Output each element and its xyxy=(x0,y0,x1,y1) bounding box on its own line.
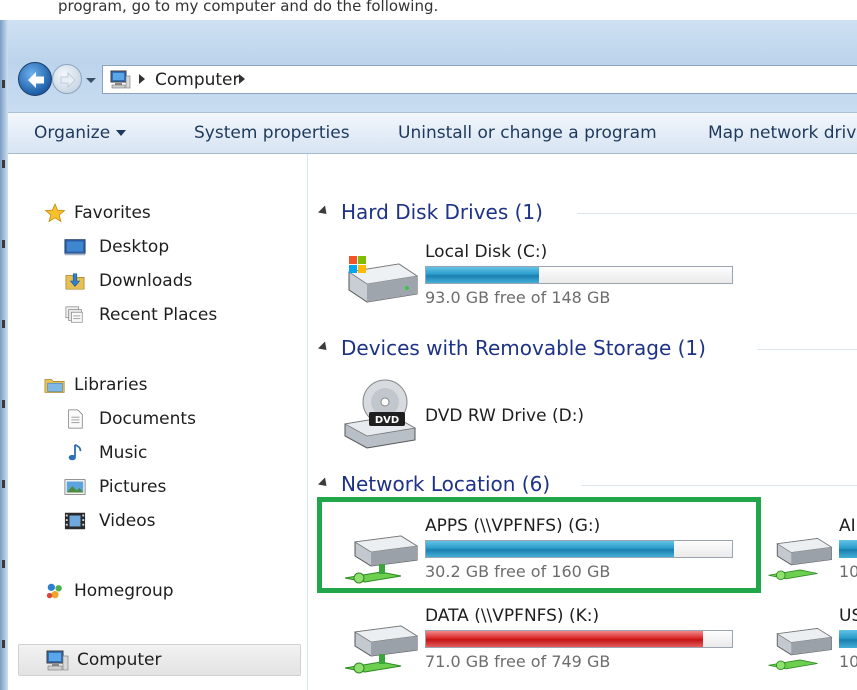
forward-arrow-icon xyxy=(60,72,76,88)
chevron-down-icon xyxy=(86,78,96,83)
group-header-removable-storage[interactable]: Devices with Removable Storage (1) xyxy=(317,333,706,363)
nav-music[interactable]: Music xyxy=(64,439,264,467)
local-disk-icon xyxy=(347,256,419,303)
nav-videos[interactable]: Videos xyxy=(64,507,264,535)
collapse-triangle-icon xyxy=(317,341,331,354)
group-title: Network Location (6) xyxy=(341,472,551,496)
nav-documents-label: Documents xyxy=(99,409,196,429)
drive-partial-2-free-space: 10 xyxy=(839,652,857,671)
dvd-drive-icon: DVD xyxy=(343,379,417,449)
nav-downloads[interactable]: Downloads xyxy=(64,267,264,295)
nav-libraries-label: Libraries xyxy=(74,375,148,395)
nav-documents[interactable]: Documents xyxy=(64,405,264,433)
nav-favorites[interactable]: Favorites xyxy=(44,199,244,227)
content-pane: Hard Disk Drives (1) Local Disk (C:) 93.… xyxy=(309,154,857,690)
command-bar: Organize System properties Uninstall or … xyxy=(8,112,857,154)
star-icon xyxy=(44,203,66,223)
forward-button[interactable] xyxy=(52,64,82,94)
collapse-triangle-icon xyxy=(317,477,331,490)
explorer-window: Computer Organize System properties Unin… xyxy=(8,20,857,690)
libraries-icon xyxy=(44,379,65,393)
group-divider xyxy=(577,213,857,214)
desktop-icon xyxy=(64,239,86,256)
drive-k-free-space: 71.0 GB free of 749 GB xyxy=(425,652,611,671)
drive-d-name: DVD RW Drive (D:) xyxy=(425,406,585,426)
nav-computer-label: Computer xyxy=(77,650,162,670)
drive-c-free-space: 93.0 GB free of 148 GB xyxy=(425,288,611,307)
organize-label: Organize xyxy=(34,123,111,143)
network-drive-icon xyxy=(344,625,419,674)
nav-desktop[interactable]: Desktop xyxy=(64,233,264,261)
map-network-drive-button[interactable]: Map network drive xyxy=(708,123,857,143)
breadcrumb-computer[interactable]: Computer xyxy=(155,68,240,92)
drive-k-usage-bar xyxy=(425,630,733,648)
nav-music-label: Music xyxy=(99,443,148,463)
organize-button[interactable]: Organize xyxy=(34,123,127,143)
nav-homegroup-label: Homegroup xyxy=(74,581,174,601)
downloads-folder-icon xyxy=(65,273,85,290)
nav-desktop-label: Desktop xyxy=(99,237,170,257)
nav-pictures[interactable]: Pictures xyxy=(64,473,264,501)
collapse-triangle-icon xyxy=(317,205,331,218)
group-divider xyxy=(757,349,857,350)
nav-downloads-label: Downloads xyxy=(99,271,193,291)
documents-icon xyxy=(68,409,83,429)
drive-partial-1-free-space: 10 xyxy=(839,562,857,581)
nav-homegroup[interactable]: Homegroup xyxy=(44,577,244,605)
pictures-icon xyxy=(64,479,86,495)
group-divider xyxy=(581,485,857,486)
homegroup-icon xyxy=(46,583,62,599)
group-header-hard-disk-drives[interactable]: Hard Disk Drives (1) xyxy=(317,197,543,227)
recent-places-icon xyxy=(65,306,83,323)
group-title: Devices with Removable Storage (1) xyxy=(341,336,706,360)
address-bar[interactable]: Computer xyxy=(102,65,857,94)
nav-libraries[interactable]: Libraries xyxy=(44,371,244,399)
uninstall-program-button[interactable]: Uninstall or change a program xyxy=(398,123,657,143)
back-button[interactable] xyxy=(18,62,52,96)
recent-pages-button[interactable] xyxy=(85,72,97,86)
dvd-label: DVD xyxy=(375,415,399,426)
nav-videos-label: Videos xyxy=(99,511,156,531)
nav-recent-places-label: Recent Places xyxy=(99,305,218,325)
drive-partial-1-name: AI xyxy=(839,516,856,536)
window-left-border xyxy=(0,20,8,690)
drive-c-usage-fill xyxy=(426,267,540,283)
drive-c-usage-bar xyxy=(425,266,733,284)
drive-partial-2-name: US xyxy=(839,606,857,626)
nav-pictures-label: Pictures xyxy=(99,477,167,497)
navigation-row: Computer xyxy=(14,60,857,98)
computer-icon xyxy=(46,650,69,671)
drive-partial-1[interactable]: AI 10 xyxy=(765,516,857,586)
chevron-down-icon xyxy=(116,130,127,136)
nav-computer[interactable]: Computer xyxy=(18,644,301,676)
breadcrumb-separator-icon[interactable] xyxy=(239,74,245,84)
nav-favorites-label: Favorites xyxy=(74,203,151,223)
network-drive-icon xyxy=(768,628,833,671)
drive-partial-2[interactable]: US 10 xyxy=(765,606,857,676)
drive-k-usage-fill xyxy=(426,631,703,647)
drive-c-name: Local Disk (C:) xyxy=(425,242,548,262)
music-note-icon xyxy=(68,443,82,461)
title-bar: Computer xyxy=(8,20,857,112)
group-title: Hard Disk Drives (1) xyxy=(341,200,543,224)
document-text-fragment: program, go to my computer and do the fo… xyxy=(58,0,439,15)
videos-icon xyxy=(64,512,86,530)
network-drive-icon xyxy=(768,538,833,581)
highlight-annotation-box xyxy=(317,497,761,593)
nav-recent-places[interactable]: Recent Places xyxy=(64,301,284,329)
drive-partial-1-usage-bar xyxy=(839,540,857,558)
computer-icon xyxy=(109,70,131,90)
drive-partial-2-usage-bar xyxy=(839,630,857,648)
navigation-pane: Favorites Desktop Downloads Recent Place… xyxy=(8,154,308,690)
back-arrow-icon xyxy=(28,72,44,88)
group-header-network-location[interactable]: Network Location (6) xyxy=(317,469,551,499)
system-properties-button[interactable]: System properties xyxy=(194,123,350,143)
drive-k-name: DATA (\\VPFNFS) (K:) xyxy=(425,606,600,626)
drive-c[interactable]: Local Disk (C:) 93.0 GB free of 148 GB xyxy=(309,242,749,312)
drive-k[interactable]: DATA (\\VPFNFS) (K:) 71.0 GB free of 749… xyxy=(309,606,749,676)
drive-d[interactable]: DVD DVD RW Drive (D:) xyxy=(309,376,749,452)
breadcrumb-separator-icon[interactable] xyxy=(139,74,145,84)
